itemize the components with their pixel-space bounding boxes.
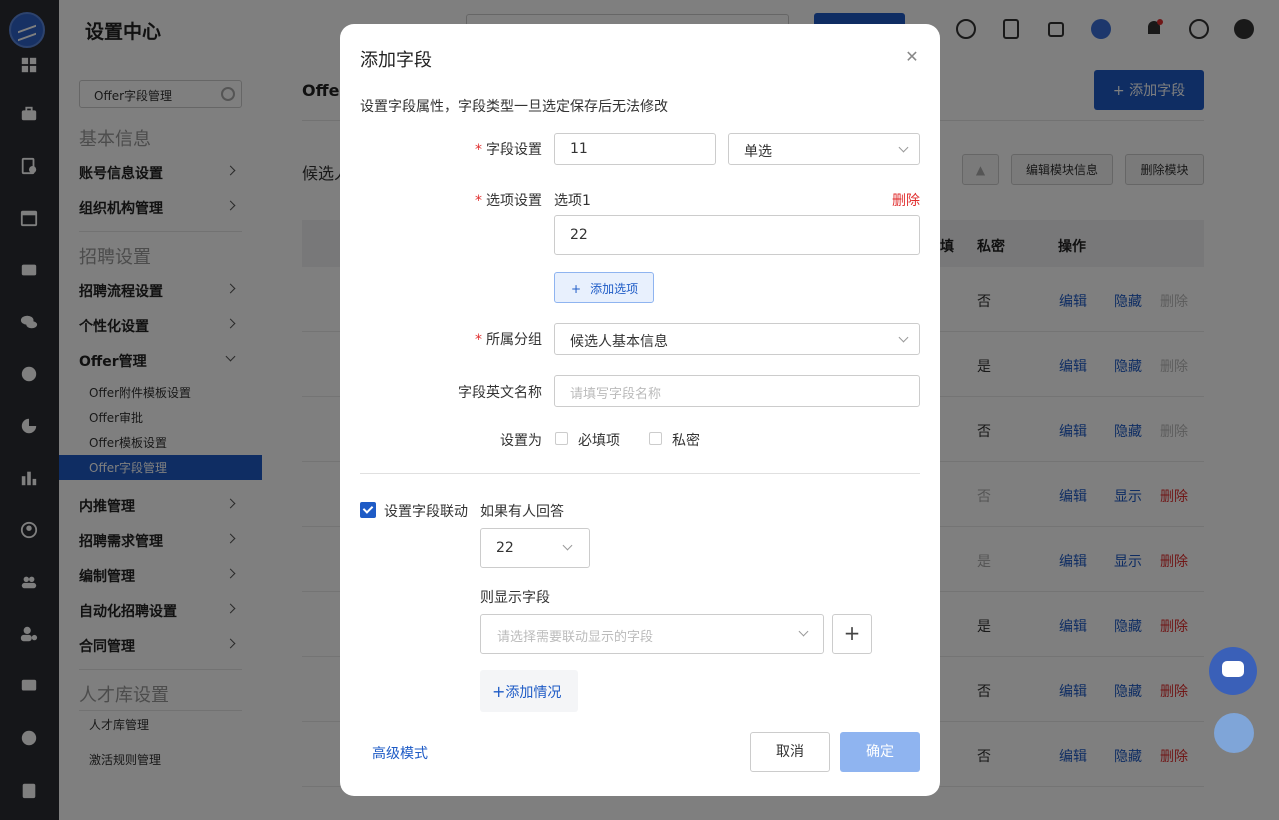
set-as-label: 设置为 — [500, 433, 542, 449]
chat-support-icon[interactable] — [1209, 647, 1257, 695]
show-field-select[interactable]: 请选择需要联动显示的字段 — [480, 614, 824, 654]
plus-icon: + — [492, 682, 506, 701]
group-select[interactable]: 候选人基本信息 — [554, 323, 920, 355]
required-mark: * — [475, 142, 482, 158]
field-setting-label: * 字段设置 — [475, 142, 542, 158]
cancel-button[interactable]: 取消 — [750, 732, 830, 772]
chevron-down-icon — [562, 540, 573, 551]
then-show-label: 则显示字段 — [480, 590, 550, 606]
field-name-input[interactable]: 11 — [554, 133, 716, 165]
divider — [360, 473, 920, 474]
close-icon[interactable]: ✕ — [904, 49, 920, 65]
option-delete-link[interactable]: 删除 — [892, 190, 920, 210]
required-checkbox-label: 必填项 — [578, 433, 620, 449]
advanced-mode-link[interactable]: 高级模式 — [372, 743, 428, 763]
chevron-down-icon — [798, 626, 809, 637]
required-mark: * — [475, 332, 482, 348]
plus-icon: + — [843, 621, 861, 645]
chevron-down-icon — [898, 332, 909, 343]
field-type-select[interactable]: 单选 — [728, 133, 920, 165]
show-field-placeholder: 请选择需要联动显示的字段 — [497, 630, 654, 645]
chevron-down-icon — [898, 142, 909, 153]
option-label: 选项1 — [554, 193, 591, 209]
confirm-button[interactable]: 确定 — [840, 732, 920, 772]
option-setting-label: * 选项设置 — [475, 193, 542, 209]
option-value-input[interactable]: 22 — [554, 215, 920, 255]
private-checkbox-label: 私密 — [672, 433, 700, 449]
add-option-button[interactable]: + 添加选项 — [554, 272, 654, 303]
if-answer-label: 如果有人回答 — [480, 504, 564, 520]
dialog-title: 添加字段 — [360, 50, 432, 71]
group-label: * 所属分组 — [475, 332, 542, 348]
add-field-plus-button[interactable]: + — [832, 614, 872, 654]
field-type-value: 单选 — [744, 144, 772, 160]
dialog-description: 设置字段属性，字段类型一旦选定保存后无法修改 — [360, 99, 668, 115]
group-value: 候选人基本信息 — [570, 334, 668, 350]
linkage-label: 设置字段联动 — [384, 504, 468, 520]
linkage-checkbox[interactable] — [360, 502, 376, 518]
answer-select[interactable]: 22 — [480, 528, 590, 568]
required-checkbox[interactable] — [555, 432, 568, 445]
answer-value: 22 — [496, 540, 514, 556]
assistant-bot-icon[interactable] — [1214, 713, 1254, 753]
required-mark: * — [475, 193, 482, 209]
private-checkbox[interactable] — [649, 432, 662, 445]
english-name-input[interactable]: 请填写字段名称 — [554, 375, 920, 407]
plus-icon: + — [571, 282, 582, 296]
add-field-dialog: 添加字段 ✕ 设置字段属性，字段类型一旦选定保存后无法修改 * 字段设置 11 单… — [340, 24, 940, 796]
add-case-button[interactable]: +添加情况 — [480, 670, 578, 712]
english-name-label: 字段英文名称 — [458, 385, 542, 401]
